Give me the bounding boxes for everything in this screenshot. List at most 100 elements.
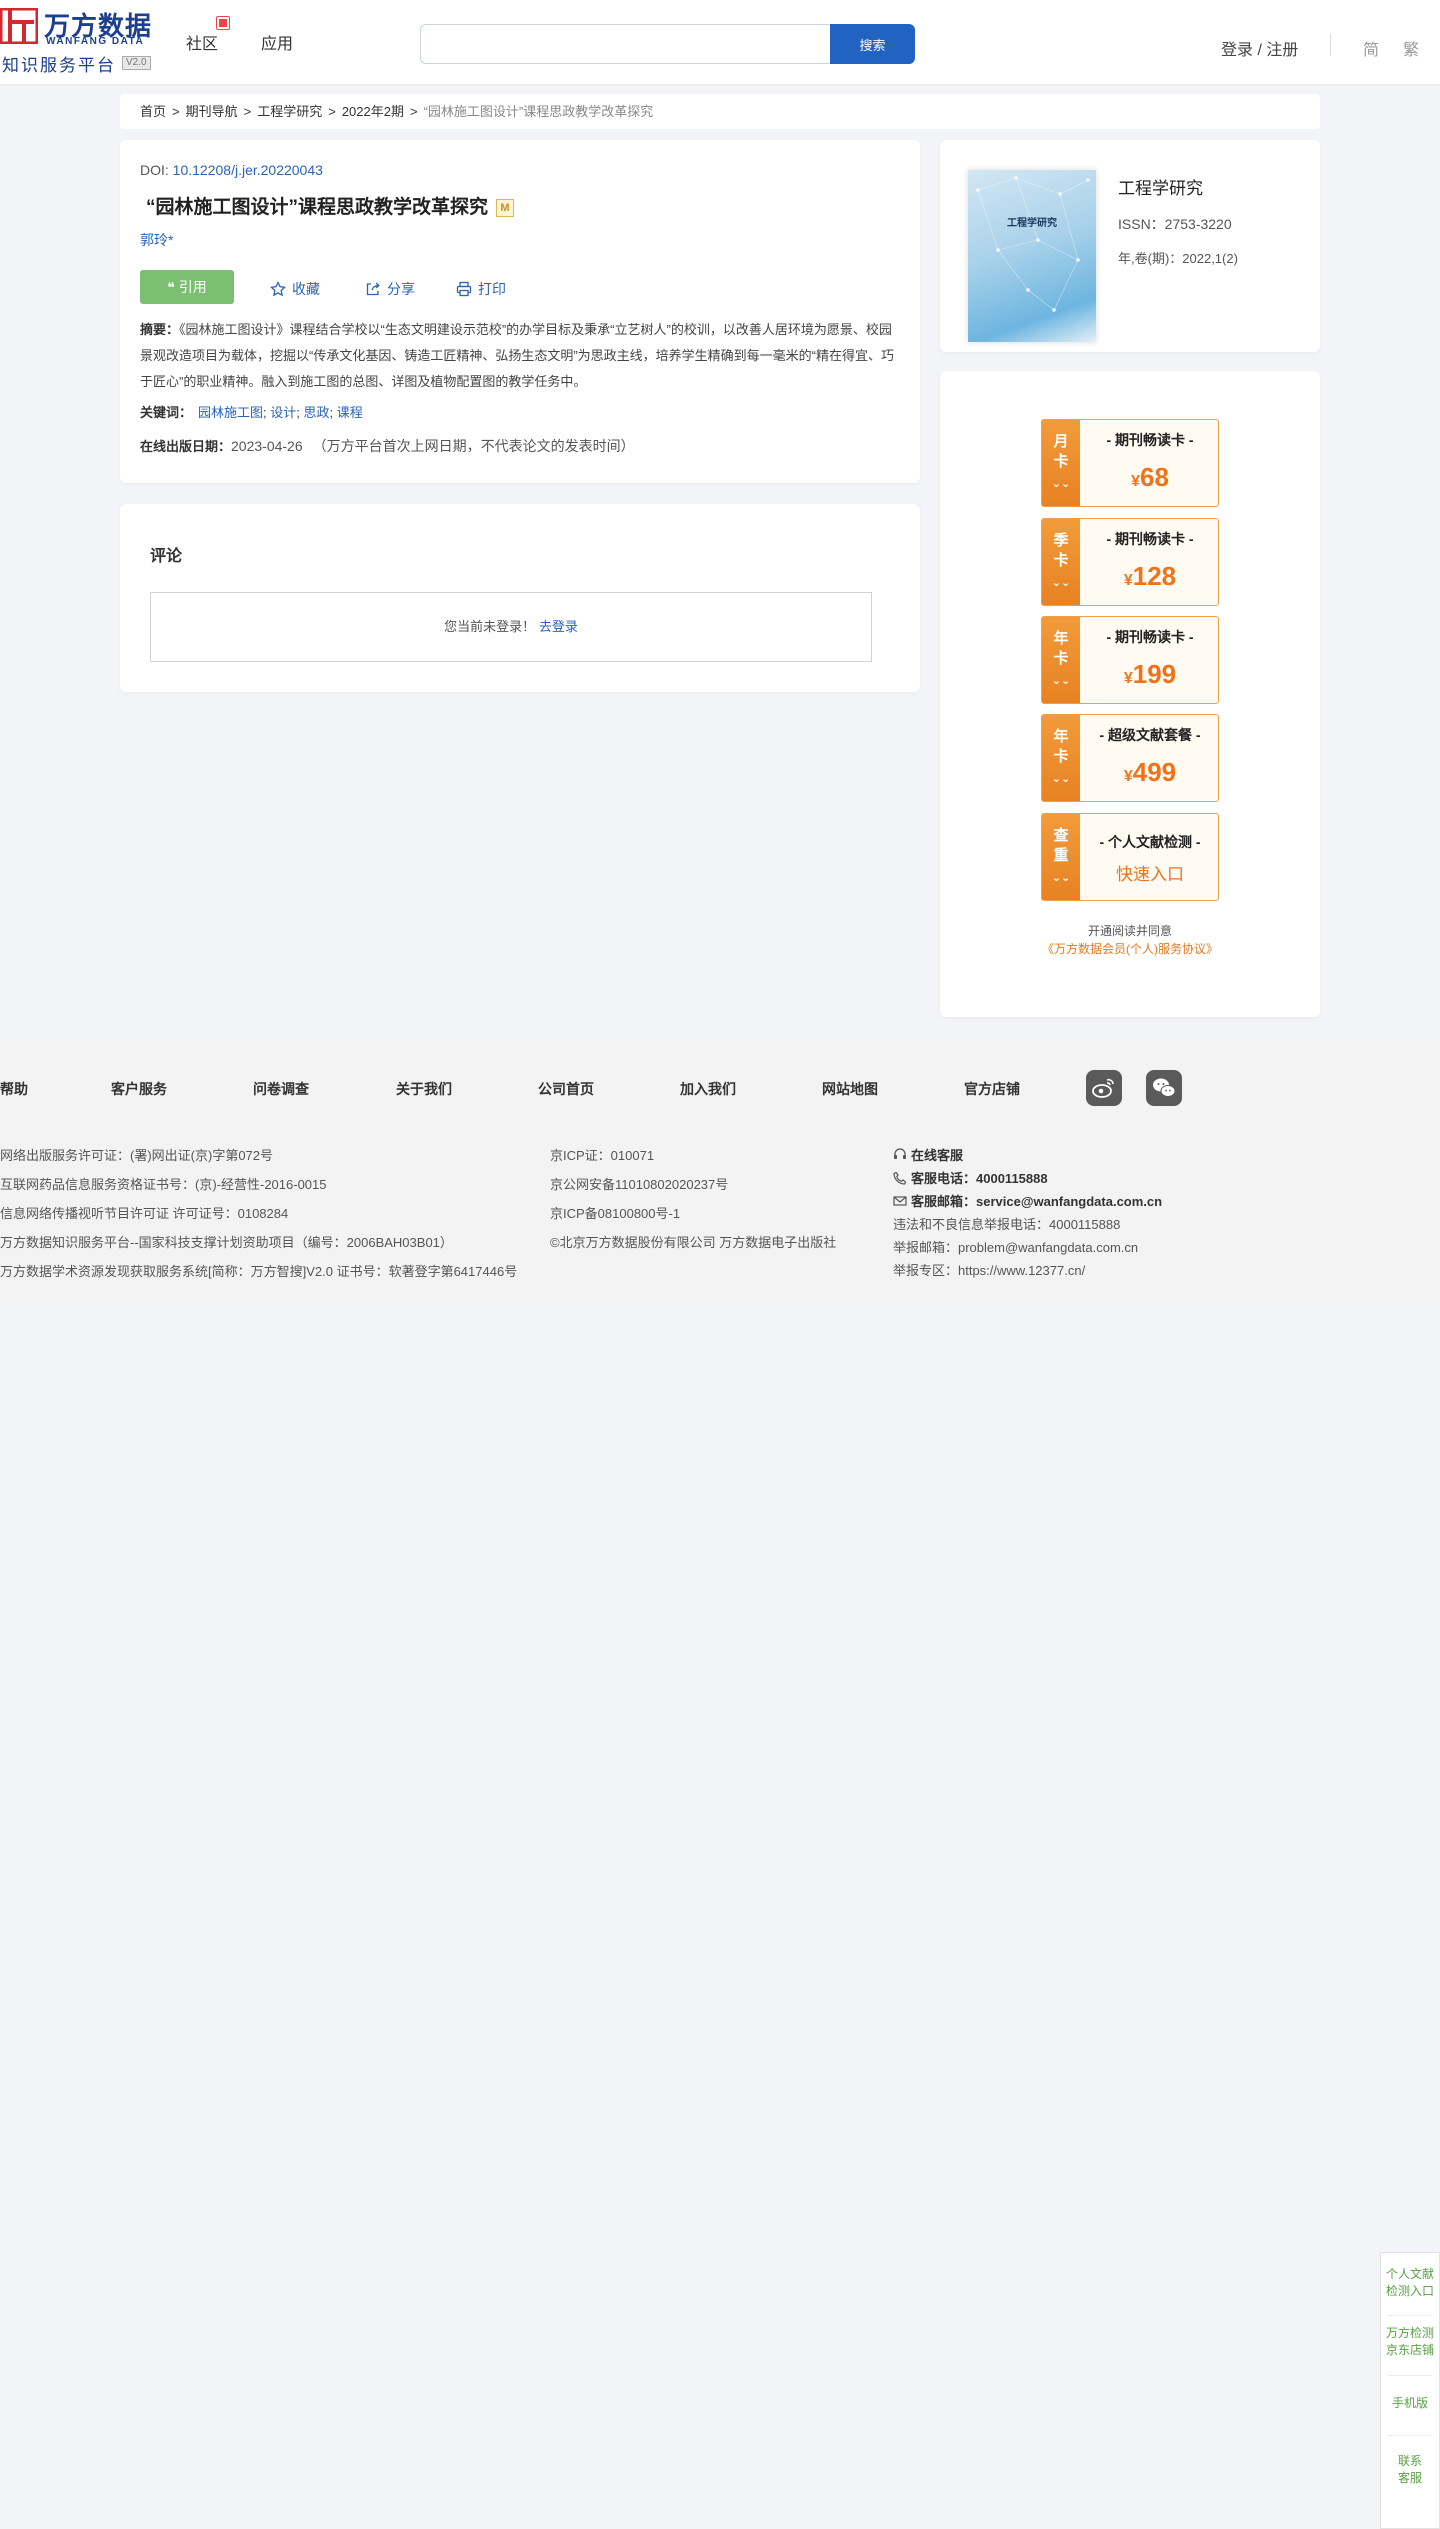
promo-side-text: 查重	[1053, 827, 1069, 864]
article-title-text: “园林施工图设计”课程思政教学改革探究	[146, 197, 489, 218]
keyword-link[interactable]: 园林施工图	[198, 405, 263, 420]
wanfang-logo[interactable]: 万方数据 WANFANG DATA 知识服务平台 V2.0	[0, 4, 160, 76]
journal-name[interactable]: 工程学研究	[1118, 174, 1203, 199]
footer-link-about[interactable]: 关于我们	[396, 1079, 452, 1099]
icp-line[interactable]: 京公网安备11010802020237号	[550, 1174, 728, 1193]
not-logged-in-text: 您当前未登录！	[444, 619, 536, 634]
footer-link-company-home[interactable]: 公司首页	[538, 1079, 594, 1099]
go-login-link[interactable]: 去登录	[539, 619, 578, 634]
side-mobile[interactable]: 手机版	[1381, 2395, 1439, 2412]
promo-side-label: 查重 ⌄⌄	[1042, 814, 1080, 900]
article-card: DOI: 10.12208/j.jer.20220043 “园林施工图设计”课程…	[120, 140, 920, 483]
footer-link-survey[interactable]: 问卷调查	[253, 1079, 309, 1099]
wechat-glyph	[1153, 1078, 1176, 1097]
side-contact[interactable]: 联系客服	[1381, 2453, 1439, 2487]
breadcrumb-home[interactable]: 首页	[140, 104, 166, 119]
breadcrumb-journal-nav[interactable]: 期刊导航	[186, 104, 238, 119]
footer-link-help[interactable]: 帮助	[0, 1079, 28, 1099]
header-divider	[1330, 34, 1331, 56]
promo-super-package[interactable]: 年卡 ⌄⌄ - 超级文献套餐 - ¥499	[1041, 714, 1219, 802]
weibo-icon[interactable]	[1086, 1070, 1122, 1106]
weibo-glyph	[1092, 1078, 1114, 1098]
promo-side-text: 月卡	[1053, 433, 1069, 470]
promo-price-value: 199	[1132, 659, 1177, 689]
footer-link-official-store[interactable]: 官方店铺	[964, 1079, 1020, 1099]
side-check-entry[interactable]: 个人文献检测入口	[1381, 2266, 1439, 2300]
report-email[interactable]: 举报邮箱：problem@wanfangdata.com.cn	[893, 1237, 1138, 1256]
license-line: 万方数据学术资源发现获取服务系统[简称：万方智搜]V2.0 证书号：软著登字第6…	[0, 1264, 518, 1279]
abstract-text: 《园林施工图设计》课程结合学校以“生态文明建设示范校”的办学目标及秉承“立艺树人…	[140, 322, 894, 389]
side-contact-text: 联系客服	[1397, 2454, 1422, 2485]
top-header: 万方数据 WANFANG DATA 知识服务平台 V2.0 社区 应用 搜索 登…	[0, 0, 1440, 84]
license-line: 网络出版服务许可证：(署)网出证(京)字第072号	[0, 1148, 274, 1163]
copyright-line: ©北京万方数据股份有限公司 万方数据电子出版社	[550, 1235, 837, 1250]
promo-monthly-card[interactable]: 月卡 ⌄⌄ - 期刊畅读卡 - ¥68	[1041, 419, 1219, 507]
doi-line: DOI: 10.12208/j.jer.20220043	[140, 162, 323, 178]
breadcrumb-issue[interactable]: 2022年2期	[342, 104, 404, 119]
online-service-link[interactable]: 在线客服	[893, 1145, 963, 1164]
keywords-label: 关键词：	[140, 405, 193, 420]
breadcrumb-separator: >	[243, 104, 252, 119]
pubdate: 在线出版日期：2023-04-26 （万方平台首次上网日期，不代表论文的发表时间）	[140, 436, 635, 456]
service-email[interactable]: 客服邮箱：service@wanfangdata.com.cn	[893, 1191, 1162, 1210]
quick-entry-link[interactable]: 快速入口	[1080, 860, 1218, 885]
doi-link[interactable]: 10.12208/j.jer.20220043	[173, 162, 323, 178]
keywords: 关键词： 园林施工图; 设计; 思政; 课程	[140, 405, 363, 420]
footer-link-join-us[interactable]: 加入我们	[680, 1079, 736, 1099]
pubdate-label: 在线出版日期：	[140, 439, 232, 454]
nav-apps[interactable]: 应用	[261, 30, 293, 54]
search-input[interactable]	[420, 24, 830, 64]
service-phone: 客服电话：4000115888	[893, 1168, 1048, 1187]
keyword-link[interactable]: 思政	[304, 405, 330, 420]
keyword-link[interactable]: 课程	[337, 405, 363, 420]
login-register-link[interactable]: 登录 / 注册	[1221, 36, 1298, 60]
author-link[interactable]: 郭玲*	[140, 230, 173, 250]
side-divider	[1387, 2375, 1433, 2376]
cover-network-pattern	[976, 176, 1090, 312]
wechat-icon[interactable]	[1146, 1070, 1182, 1106]
keyword-link[interactable]: 设计	[270, 405, 296, 420]
online-service-label: 在线客服	[911, 1148, 964, 1163]
favorite-button[interactable]: 收藏	[269, 279, 320, 299]
double-chevron-down-icon: ⌄⌄	[1051, 577, 1071, 589]
agreement-link[interactable]: 《万方数据会员(个人)服务协议》	[940, 940, 1320, 957]
journal-cover[interactable]: 工程学研究	[968, 170, 1096, 342]
breadcrumb-separator: >	[409, 104, 418, 119]
footer-link-sitemap[interactable]: 网站地图	[822, 1079, 878, 1099]
cite-button[interactable]: ❝ 引用	[140, 270, 234, 304]
version-badge: V2.0	[122, 56, 151, 70]
share-button[interactable]: 分享	[365, 279, 415, 299]
promo-name: - 个人文献检测 -	[1099, 834, 1201, 850]
lang-simplified[interactable]: 简	[1363, 36, 1379, 60]
print-button[interactable]: 打印	[456, 279, 506, 299]
promo-currency: ¥	[1123, 768, 1133, 785]
lang-traditional[interactable]: 繁	[1403, 36, 1419, 60]
icp-line[interactable]: 京ICP备08100800号-1	[550, 1203, 680, 1222]
promo-name: - 期刊畅读卡 -	[1106, 629, 1194, 645]
breadcrumb: 首页 > 期刊导航 > 工程学研究 >2022年2期 > “园林施工图设计”课程思政教学改革探…	[120, 94, 1320, 129]
promo-side-label: 月卡 ⌄⌄	[1042, 420, 1080, 506]
double-chevron-down-icon: ⌄⌄	[1051, 675, 1071, 687]
promo-name: - 超级文献套餐 -	[1099, 727, 1201, 743]
icp-line[interactable]: 京ICP证：010071	[550, 1145, 654, 1164]
headset-icon	[894, 1148, 906, 1159]
nav-community[interactable]: 社区	[186, 30, 218, 54]
promo-price: ¥128	[1080, 561, 1218, 592]
search-button[interactable]: 搜索	[830, 24, 915, 64]
breadcrumb-journal[interactable]: 工程学研究	[257, 104, 322, 119]
side-float-panel: 个人文献检测入口 万方检测京东店铺 手机版 联系客服	[1380, 2252, 1440, 2529]
promo-currency: ¥	[1123, 572, 1133, 589]
promo-annual-card[interactable]: 年卡 ⌄⌄ - 期刊畅读卡 - ¥199	[1041, 616, 1219, 704]
comments-card: 评论 您当前未登录！ 去登录	[120, 504, 920, 692]
report-site[interactable]: 举报专区：https://www.12377.cn/	[893, 1260, 1085, 1279]
side-jd-store[interactable]: 万方检测京东店铺	[1381, 2325, 1439, 2359]
footer-link-customer-service[interactable]: 客户服务	[111, 1079, 167, 1099]
promo-price-value: 128	[1132, 561, 1177, 591]
promo-quarterly-card[interactable]: 季卡 ⌄⌄ - 期刊畅读卡 - ¥128	[1041, 518, 1219, 606]
abstract: 摘要：《园林施工图设计》课程结合学校以“生态文明建设示范校”的办学目标及秉承“立…	[140, 317, 898, 395]
promo-currency: ¥	[1123, 670, 1133, 687]
membership-card: 月卡 ⌄⌄ - 期刊畅读卡 - ¥68 季卡 ⌄⌄ - 期刊畅读卡 - ¥128 年…	[940, 371, 1320, 1017]
promo-side-label: 年卡 ⌄⌄	[1042, 617, 1080, 703]
m-tag-icon: M	[496, 199, 515, 217]
promo-plagiarism-check[interactable]: 查重 ⌄⌄ - 个人文献检测 - 快速入口	[1041, 813, 1219, 901]
